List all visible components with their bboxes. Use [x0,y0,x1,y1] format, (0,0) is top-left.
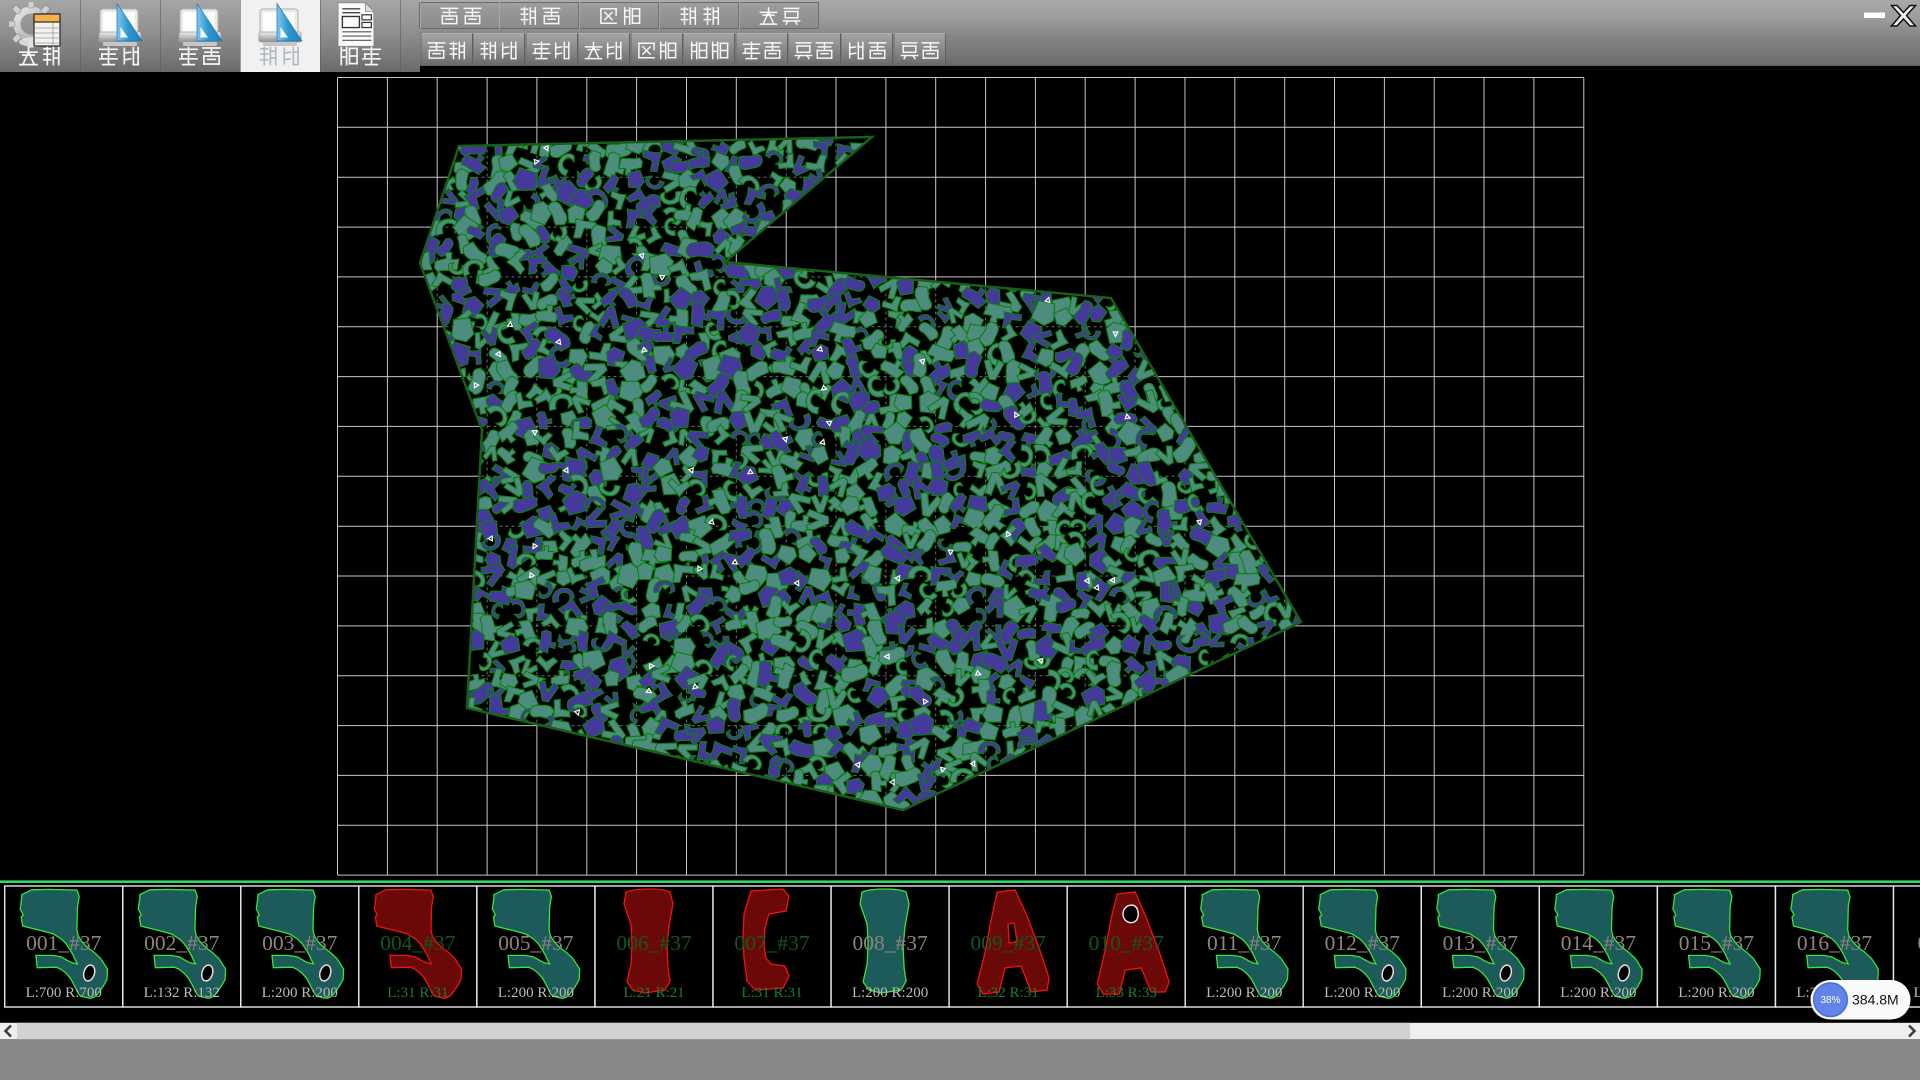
svg-text:L:132 R:132: L:132 R:132 [144,985,220,1001]
svg-text:016_#37: 016_#37 [1797,931,1873,955]
svg-text:L:200 R:200: L:200 R:200 [1678,985,1754,1001]
svg-text:005_#37: 005_#37 [498,931,574,955]
svg-text:014_#37: 014_#37 [1561,931,1637,955]
svg-text:38%: 38% [1820,995,1840,1006]
svg-text:009_#37: 009_#37 [970,931,1046,955]
svg-text:004_#37: 004_#37 [380,931,456,955]
svg-text:L:31 R:31: L:31 R:31 [741,985,802,1001]
svg-text:008_#37: 008_#37 [852,931,928,955]
svg-text:L:200 R:200: L:200 R:200 [262,985,338,1001]
svg-text:L:32 R:31: L:32 R:31 [977,985,1038,1001]
svg-text:L:31 R:31: L:31 R:31 [387,985,448,1001]
svg-text:L:200 R:200: L:200 R:200 [498,985,574,1001]
svg-text:003_#37: 003_#37 [262,931,338,955]
svg-text:L:200 R:200: L:200 R:200 [1560,985,1636,1001]
svg-text:L:200 R:200: L:200 R:200 [1206,985,1282,1001]
svg-text:012_#37: 012_#37 [1325,931,1401,955]
svg-text:384.8M: 384.8M [1852,992,1899,1008]
svg-text:L:700 R:700: L:700 R:700 [26,985,102,1001]
svg-text:013_#37: 013_#37 [1443,931,1519,955]
svg-text:010_#37: 010_#37 [1089,931,1165,955]
svg-text:L:200 R:200: L:200 R:200 [852,985,928,1001]
svg-text:L:: L: [1914,985,1920,1001]
svg-text:L:200 R:200: L:200 R:200 [1442,985,1518,1001]
svg-text:002_#37: 002_#37 [144,931,220,955]
svg-text:001_#37: 001_#37 [26,931,102,955]
svg-text:006_#37: 006_#37 [616,931,692,955]
svg-text:L:200 R:200: L:200 R:200 [1324,985,1400,1001]
svg-text:011_#37: 011_#37 [1207,931,1282,955]
svg-text:L:21 R:21: L:21 R:21 [623,985,684,1001]
svg-text:L:33 R:33: L:33 R:33 [1096,985,1157,1001]
svg-text:007_#37: 007_#37 [734,931,810,955]
svg-text:015_#37: 015_#37 [1679,931,1755,955]
